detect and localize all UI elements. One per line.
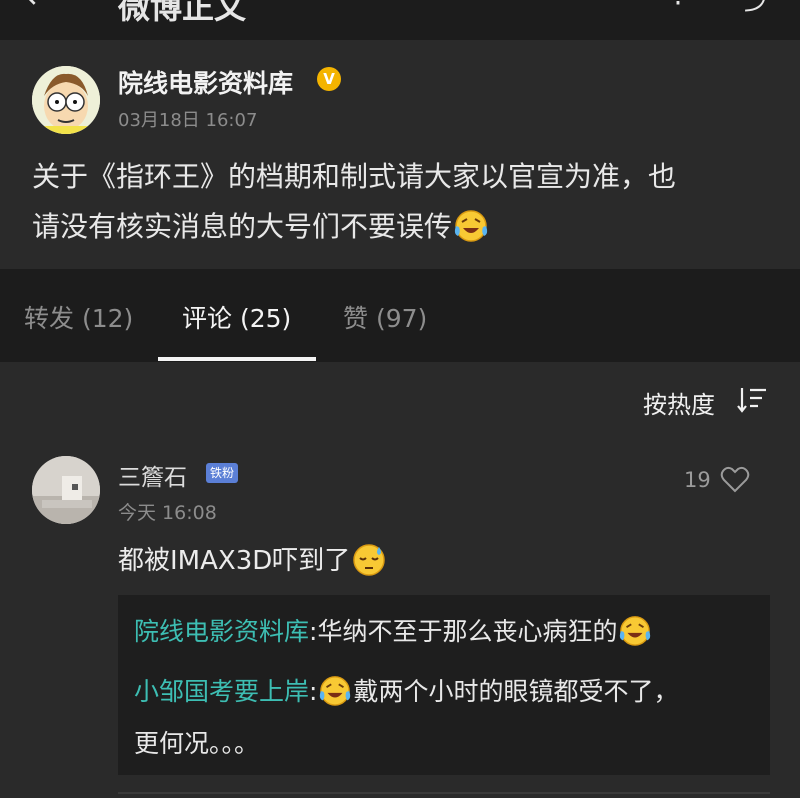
more-icon[interactable]: ⋮: [664, 0, 692, 9]
sweat-emoji-icon: [350, 541, 388, 584]
post-text-line2: 请没有核实消息的大号们不要误传: [32, 210, 453, 243]
tab-likes[interactable]: 赞 (97): [343, 299, 427, 335]
heart-icon[interactable]: [720, 466, 750, 498]
laugh-cry-emoji-icon: [452, 208, 490, 258]
sort-button[interactable]: 按热度: [643, 385, 715, 420]
reply-text: 戴两个小时的眼镜都受不了，: [353, 677, 679, 706]
laugh-cry-emoji-icon: [617, 614, 653, 661]
reply-item: 小邹国考要上岸: 戴两个小时的眼镜都受不了， 更何况。。。: [134, 669, 764, 767]
post-text-line1: 关于《指环王》的档期和制式请大家以官宣为准，也: [32, 160, 677, 193]
active-tab-indicator: [158, 357, 316, 361]
author-avatar[interactable]: [32, 66, 100, 134]
verified-badge-icon: V: [317, 67, 341, 91]
comment-text: 都被IMAX3D吓到了: [118, 540, 388, 584]
sort-bar: 按热度: [0, 362, 800, 436]
laugh-cry-emoji-icon: [317, 674, 353, 721]
commenter-avatar[interactable]: [32, 456, 100, 524]
comment-text-content: 都被IMAX3D吓到了: [118, 546, 351, 576]
back-arrow-icon[interactable]: ←: [26, 0, 53, 16]
reply-text-line2: 更何况。。。: [134, 729, 260, 758]
comment-like-count: 19: [684, 468, 711, 492]
sort-icon[interactable]: [736, 386, 768, 418]
share-icon[interactable]: ⤴: [744, 0, 772, 18]
post-time: 03月18日 16:07: [118, 110, 258, 131]
divider: [118, 792, 770, 794]
tab-bar: 转发 (12) 评论 (25) 赞 (97): [0, 269, 800, 362]
author-name[interactable]: 院线电影资料库: [118, 64, 293, 100]
top-bar: ← 微博正文 ⋮ ⤴: [0, 0, 800, 40]
comment-time: 今天 16:08: [118, 502, 217, 524]
post-card: 院线电影资料库 V 03月18日 16:07 关于《指环王》的档期和制式请大家以…: [0, 40, 800, 269]
reply-separator: :: [309, 677, 318, 706]
post-text: 关于《指环王》的档期和制式请大家以官宣为准，也 请没有核实消息的大号们不要误传: [32, 152, 762, 258]
commenter-name[interactable]: 三簷石: [118, 458, 187, 492]
reply-text: 华纳不至于那么丧心病狂的: [317, 617, 618, 646]
tab-reposts[interactable]: 转发 (12): [24, 299, 133, 335]
reply-item: 院线电影资料库:华纳不至于那么丧心病狂的: [134, 609, 764, 661]
fan-badge: 铁粉: [206, 463, 239, 483]
reply-box[interactable]: 院线电影资料库:华纳不至于那么丧心病狂的 小邹国考要上岸: 戴两个小时的眼镜都受…: [118, 595, 770, 775]
comment-list: 三簷石 铁粉 今天 16:08 19 都被IMAX3D吓到了 院线电影资料库:华…: [0, 436, 800, 798]
reply-author-link[interactable]: 院线电影资料库: [134, 617, 309, 646]
tab-comments[interactable]: 评论 (25): [182, 299, 291, 335]
reply-author-link[interactable]: 小邹国考要上岸: [134, 677, 309, 706]
page-title: 微博正文: [118, 0, 247, 26]
